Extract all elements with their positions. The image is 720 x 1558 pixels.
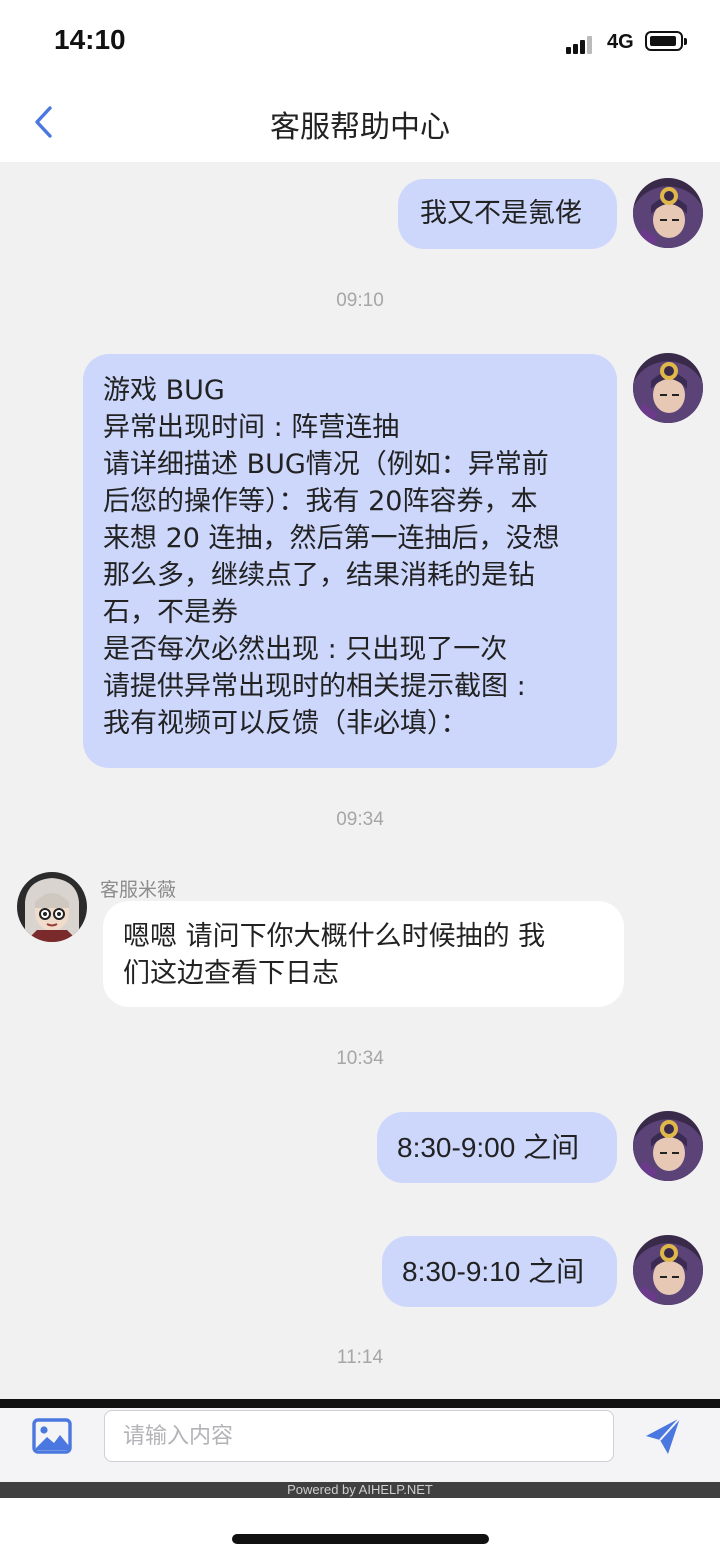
message-text: 是否每次必然出现 : 只出现了一次 [103,634,508,665]
send-icon [646,1417,681,1454]
message-text: 石，不是券 [103,597,238,628]
timestamp: 09:10 [336,290,384,311]
agent-avatar[interactable] [17,872,87,942]
battery-icon [645,31,687,51]
user-avatar[interactable] [633,353,703,423]
timestamp: 09:34 [336,809,384,830]
user-avatar-image [633,1111,703,1181]
timestamp: 10:34 [336,1048,384,1069]
send-button[interactable] [644,1414,684,1456]
network-type: 4G [607,31,634,53]
image-upload-button[interactable] [32,1418,72,1454]
user-message-bubble: 游戏 BUG 异常出现时间 : 阵营连抽 请详细描述 BUG情况（例如：异常前 … [83,354,617,768]
message-text: 异常出现时间 : 阵营连抽 [103,412,400,443]
user-avatar-image [633,1235,703,1305]
agent-message-bubble: 嗯嗯 请问下你大概什么时候抽的 我 们这边查看下日志 [103,901,624,1007]
message-text: 来想 20 连抽，然后第一连抽后，没想 [103,523,560,554]
message-text: 们这边查看下日志 [123,958,339,989]
message-text: 游戏 BUG [103,375,225,406]
input-divider [0,1399,720,1408]
timestamp: 11:14 [336,1347,384,1368]
bottom-safe-area [0,1498,720,1558]
agent-avatar-image [17,872,87,942]
user-avatar-image [633,178,703,248]
cellular-signal-icon [566,34,600,54]
message-text: 请详细描述 BUG情况（例如：异常前 [103,449,549,480]
user-message-bubble: 8:30-9:10 之间 [382,1236,617,1307]
home-indicator[interactable] [232,1534,489,1544]
user-avatar[interactable] [633,1111,703,1181]
status-bar: 14:10 4G [0,0,720,84]
image-icon [32,1418,72,1454]
message-text: 我有视频可以反馈（非必填）： [103,708,468,739]
user-message-bubble: 我又不是氪佬 [398,179,617,249]
status-time: 14:10 [54,24,126,55]
message-text: 8:30-9:10 之间 [402,1256,585,1287]
message-text: 嗯嗯 请问下你大概什么时候抽的 我 [123,921,546,952]
message-text: 后您的操作等）：我有 20阵容券，本 [103,486,538,517]
agent-name: 客服米薇 [100,879,177,901]
page-title: 客服帮助中心 [270,110,450,145]
powered-by-footer: Powered by AIHELP.NET [0,1482,720,1498]
nav-bar: 客服帮助中心 [0,84,720,162]
message-text: 8:30-9:00 之间 [397,1132,580,1163]
input-bar [0,1408,720,1482]
user-avatar[interactable] [633,1235,703,1305]
user-avatar[interactable] [633,178,703,248]
message-text: 请提供异常出现时的相关提示截图 : [103,671,526,702]
user-message-bubble: 8:30-9:00 之间 [377,1112,617,1183]
message-input[interactable] [104,1410,614,1462]
message-text: 那么多，继续点了，结果消耗的是钻 [103,560,535,591]
message-text: 我又不是氪佬 [420,198,582,229]
user-avatar-image [633,353,703,423]
